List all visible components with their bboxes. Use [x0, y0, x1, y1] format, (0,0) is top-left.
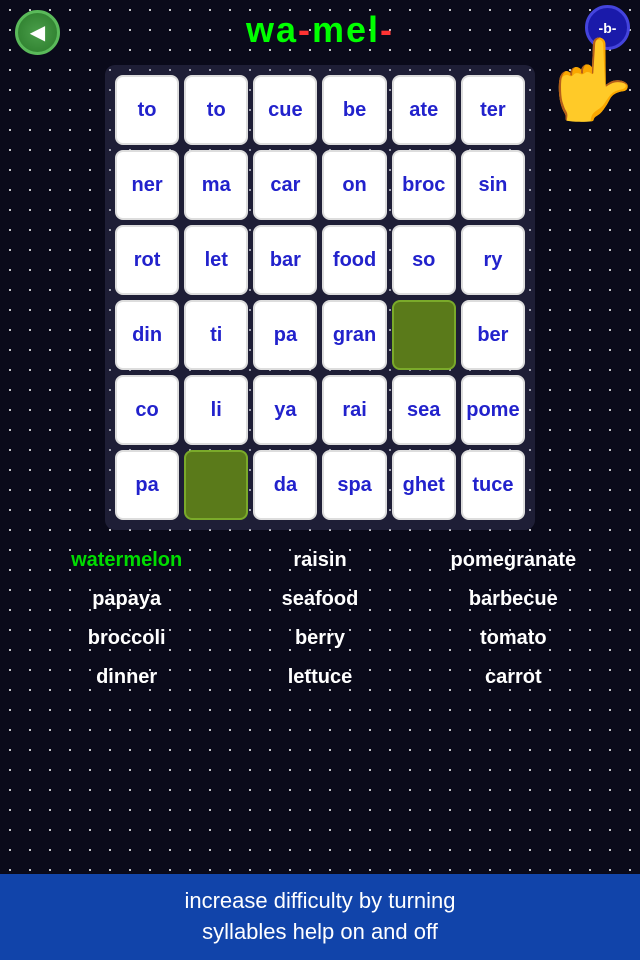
cell-label: pa — [274, 324, 297, 347]
cell-label: ghet — [403, 474, 445, 497]
grid-cell[interactable]: to — [184, 75, 248, 145]
grid-cell[interactable]: be — [322, 75, 386, 145]
cell-label: let — [205, 249, 228, 272]
title-dash2: - — [380, 9, 394, 50]
banner-line2: syllables help on and off — [202, 919, 438, 944]
cell-label: be — [343, 99, 366, 122]
grid-cell[interactable]: gran — [322, 300, 386, 370]
grid-cell[interactable]: pa — [253, 300, 317, 370]
title-dash1: - — [298, 9, 312, 50]
grid-cell[interactable]: sea — [392, 375, 456, 445]
cell-label: cue — [268, 99, 302, 122]
cell-label: rot — [134, 249, 161, 272]
grid-cell[interactable]: so — [392, 225, 456, 295]
word-item[interactable]: tomato — [417, 623, 610, 654]
cell-label: ner — [132, 174, 163, 197]
cell-label: car — [270, 174, 300, 197]
cell-label: food — [333, 249, 376, 272]
grid-cell[interactable]: da — [253, 450, 317, 520]
cell-label: broc — [402, 174, 445, 197]
title-wa: wa — [246, 9, 298, 50]
cell-label: ter — [480, 99, 506, 122]
back-icon: ◀ — [30, 20, 45, 45]
word-item[interactable]: carrot — [417, 662, 610, 693]
word-item[interactable]: dinner — [30, 662, 223, 693]
cell-label: so — [412, 249, 435, 272]
grid-cell[interactable]: ghet — [392, 450, 456, 520]
grid-cell[interactable]: on — [322, 150, 386, 220]
grid-cell[interactable]: ma — [184, 150, 248, 220]
grid: to to cue be ate ter ner ma car on broc sin rot let ba… — [115, 75, 525, 520]
cell-label: ya — [274, 399, 296, 422]
grid-cell[interactable]: ter — [461, 75, 525, 145]
cell-label: li — [211, 399, 222, 422]
bottom-banner: increase difficulty by turning syllables… — [0, 874, 640, 960]
word-item[interactable]: raisin — [223, 545, 416, 576]
cell-label: to — [207, 99, 226, 122]
cell-label: spa — [337, 474, 371, 497]
word-item[interactable]: seafood — [223, 584, 416, 615]
grid-cell[interactable]: car — [253, 150, 317, 220]
word-item[interactable]: lettuce — [223, 662, 416, 693]
word-item[interactable]: watermelon — [30, 545, 223, 576]
cell-label: on — [342, 174, 366, 197]
cell-label: pa — [135, 474, 158, 497]
grid-cell[interactable]: rot — [115, 225, 179, 295]
cell-label: ma — [202, 174, 231, 197]
word-item[interactable]: pomegranate — [417, 545, 610, 576]
grid-cell[interactable]: ber — [461, 300, 525, 370]
banner-line1: increase difficulty by turning — [184, 888, 455, 913]
cell-label: ber — [477, 324, 508, 347]
grid-cell[interactable]: broc — [392, 150, 456, 220]
banner-text: increase difficulty by turning syllables… — [20, 886, 620, 948]
cell-label: bar — [270, 249, 301, 272]
grid-cell[interactable]: sin — [461, 150, 525, 220]
cell-label: pome — [466, 399, 519, 422]
cell-label: sin — [478, 174, 507, 197]
grid-cell[interactable]: let — [184, 225, 248, 295]
grid-cell[interactable]: spa — [322, 450, 386, 520]
grid-cell[interactable]: ry — [461, 225, 525, 295]
grid-cell[interactable] — [184, 450, 248, 520]
cell-label: din — [132, 324, 162, 347]
grid-cell[interactable]: food — [322, 225, 386, 295]
hand-cursor-icon: 👆 — [550, 40, 640, 150]
grid-cell[interactable]: cue — [253, 75, 317, 145]
cell-label: ti — [210, 324, 222, 347]
syllable-grid: to to cue be ate ter ner ma car on broc sin rot let ba… — [105, 65, 535, 530]
page-title: wa-mel- — [246, 9, 394, 51]
grid-cell[interactable]: bar — [253, 225, 317, 295]
word-list: watermelonraisinpomegranate papayaseafood… — [30, 545, 610, 693]
cell-label: gran — [333, 324, 376, 347]
cell-label: ry — [483, 249, 502, 272]
back-button[interactable]: ◀ — [15, 10, 60, 55]
cell-label: ate — [409, 99, 438, 122]
cell-label: rai — [342, 399, 366, 422]
grid-cell[interactable]: co — [115, 375, 179, 445]
cell-label: co — [135, 399, 158, 422]
cell-label: to — [138, 99, 157, 122]
grid-cell[interactable]: ate — [392, 75, 456, 145]
word-item[interactable]: broccoli — [30, 623, 223, 654]
word-item[interactable]: papaya — [30, 584, 223, 615]
title-mel: mel — [312, 9, 380, 50]
grid-cell[interactable]: din — [115, 300, 179, 370]
grid-cell[interactable] — [392, 300, 456, 370]
word-item[interactable]: berry — [223, 623, 416, 654]
grid-cell[interactable]: pa — [115, 450, 179, 520]
grid-cell[interactable]: rai — [322, 375, 386, 445]
grid-cell[interactable]: to — [115, 75, 179, 145]
grid-cell[interactable]: ti — [184, 300, 248, 370]
cell-label: tuce — [472, 474, 513, 497]
grid-cell[interactable]: tuce — [461, 450, 525, 520]
word-item[interactable]: barbecue — [417, 584, 610, 615]
cell-label: sea — [407, 399, 440, 422]
grid-cell[interactable]: pome — [461, 375, 525, 445]
cell-label: da — [274, 474, 297, 497]
grid-cell[interactable]: ya — [253, 375, 317, 445]
grid-cell[interactable]: ner — [115, 150, 179, 220]
grid-cell[interactable]: li — [184, 375, 248, 445]
